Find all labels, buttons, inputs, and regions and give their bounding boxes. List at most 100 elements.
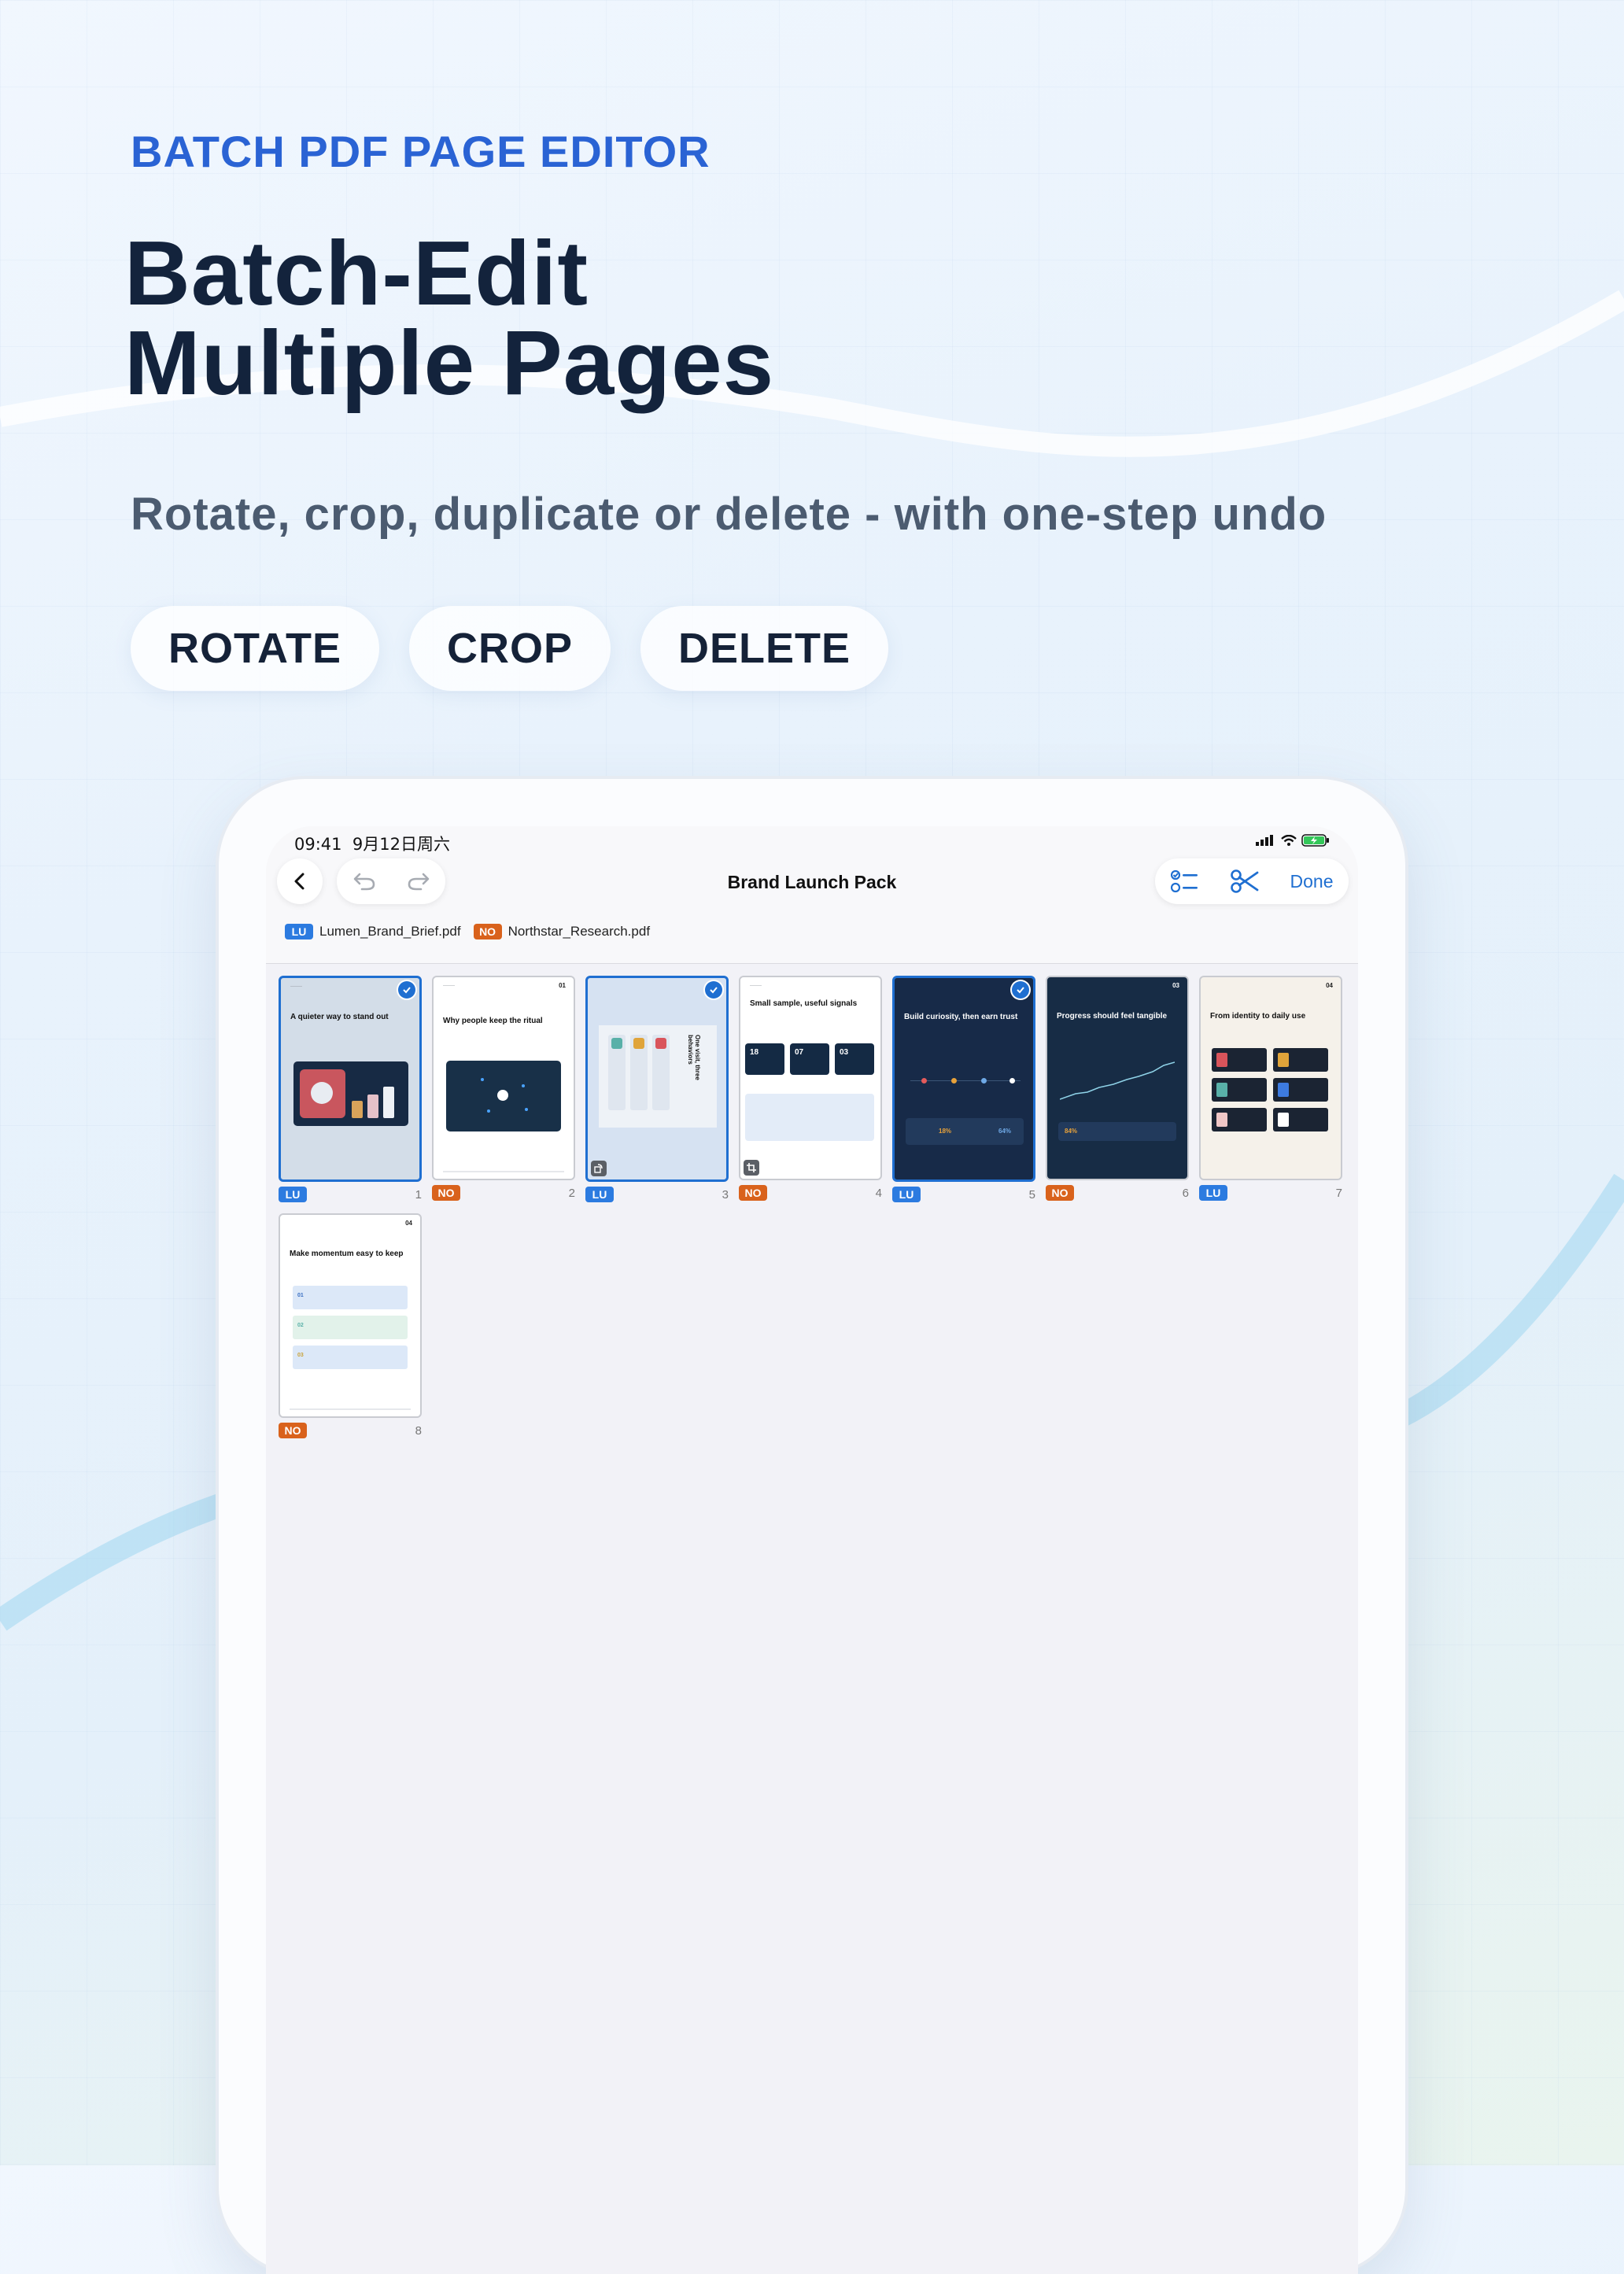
chip-delete: DELETE — [640, 606, 889, 691]
page-number: 2 — [568, 1186, 575, 1200]
timeline-dot — [981, 1078, 987, 1083]
page-number: 3 — [722, 1187, 729, 1202]
page-preview: ——— 01 Why people keep the ritual — [432, 976, 575, 1180]
network-node — [481, 1078, 484, 1081]
page-footer: NO 6 — [1046, 1185, 1189, 1201]
headline: Batch-Edit Multiple Pages — [124, 222, 775, 414]
file-tag: NO — [473, 924, 502, 940]
page-index-label: 03 — [1172, 982, 1179, 989]
page-footer: LU 1 — [279, 1187, 422, 1202]
identity-card — [1212, 1078, 1267, 1102]
metric-value: 64% — [998, 1128, 1012, 1135]
page-preview: 04 Make momentum easy to keep 01 02 03 — [279, 1213, 422, 1418]
bar-shape — [352, 1101, 363, 1118]
page-footer: NO 2 — [432, 1185, 575, 1201]
step-row: 03 — [293, 1346, 408, 1369]
page-file-tag: LU — [892, 1187, 921, 1202]
selected-check-icon — [398, 981, 415, 999]
page-preview: ——— Small sample, useful signals 18 07 0… — [739, 976, 882, 1180]
page-number: 7 — [1335, 1186, 1342, 1200]
tablet-frame: 09:41 9月12日周六 Brand Launch Pack Done LU … — [219, 779, 1405, 2274]
metrics-panel: 18% 64% — [906, 1118, 1024, 1145]
timeline-line — [910, 1080, 1021, 1081]
headline-line-1: Batch-Edit — [124, 222, 589, 324]
page-preview: 03 Progress should feel tangible 84% — [1046, 976, 1189, 1180]
page-header-line: ——— — [290, 984, 302, 989]
page-index-label: 04 — [1326, 982, 1333, 989]
chip-rotate: ROTATE — [131, 606, 379, 691]
page-file-tag: LU — [1199, 1185, 1227, 1201]
page-footer: LU 5 — [892, 1187, 1035, 1202]
network-node — [522, 1084, 525, 1087]
bar-shape — [367, 1095, 378, 1118]
page-thumbnail[interactable]: Build curiosity, then earn trust 18% 64%… — [892, 976, 1035, 1202]
page-index-label: 04 — [405, 1220, 412, 1227]
network-node — [497, 1090, 508, 1101]
page-file-tag: NO — [432, 1185, 460, 1201]
page-index-label: 01 — [559, 982, 566, 989]
identity-card — [1273, 1048, 1328, 1072]
page-title: Build curiosity, then earn trust — [904, 1013, 1018, 1021]
highlight-panel: 84% — [1058, 1122, 1176, 1141]
page-title: Small sample, useful signals — [750, 999, 858, 1008]
selected-check-icon — [1012, 981, 1029, 999]
step-row: 01 — [293, 1286, 408, 1309]
page-thumbnail[interactable]: ——— 01 Why people keep the ritual NO 2 — [432, 976, 575, 1201]
page-thumbnail[interactable]: 04 From identity to daily use LU 7 — [1199, 976, 1342, 1201]
rotated-page-content: One visit, three behaviors — [599, 1025, 717, 1128]
page-file-tag: NO — [1046, 1185, 1074, 1201]
page-number: 4 — [875, 1186, 882, 1200]
identity-card — [1273, 1078, 1328, 1102]
column-card — [630, 1035, 648, 1110]
wifi-icon — [1281, 835, 1297, 846]
page-preview: One visit, three behaviors — [585, 976, 729, 1182]
page-thumbnail[interactable]: 04 Make momentum easy to keep 01 02 03 N… — [279, 1213, 422, 1438]
rotate-badge-icon — [591, 1161, 607, 1176]
file-entry[interactable]: LU Lumen_Brand_Brief.pdf — [285, 924, 461, 940]
stat-box: 03 — [835, 1043, 874, 1075]
column-card — [608, 1035, 626, 1110]
timeline-dot — [1009, 1078, 1015, 1083]
eyebrow-label: BATCH PDF PAGE EDITOR — [131, 127, 710, 176]
step-row: 02 — [293, 1316, 408, 1339]
headline-line-2: Multiple Pages — [124, 312, 775, 414]
file-tag: LU — [285, 924, 313, 940]
page-file-tag: LU — [279, 1187, 307, 1202]
page-number: 1 — [415, 1187, 422, 1202]
page-footer-line — [443, 1171, 564, 1172]
done-button[interactable]: Done — [1290, 871, 1334, 892]
page-file-tag: NO — [279, 1423, 307, 1438]
signal-icon — [1256, 835, 1273, 846]
page-thumbnail[interactable]: ——— A quieter way to stand out LU 1 — [279, 976, 422, 1202]
timeline-dot — [951, 1078, 957, 1083]
page-header-line: ——— — [750, 984, 762, 988]
page-number: 5 — [1028, 1187, 1035, 1202]
status-date: 9月12日周六 — [352, 835, 450, 854]
feature-chips: ROTATE CROP DELETE — [131, 606, 889, 691]
status-indicators — [1256, 834, 1330, 847]
scissors-icon[interactable] — [1230, 869, 1260, 894]
column-card — [652, 1035, 670, 1110]
chip-crop: CROP — [408, 606, 611, 691]
file-entry[interactable]: NO Northstar_Research.pdf — [473, 924, 650, 940]
network-node — [525, 1108, 528, 1111]
page-thumbnail[interactable]: 03 Progress should feel tangible 84% NO … — [1046, 976, 1189, 1201]
page-title: Make momentum easy to keep — [290, 1250, 404, 1258]
page-header-line: ——— — [443, 984, 455, 988]
page-thumbnail[interactable]: ——— Small sample, useful signals 18 07 0… — [739, 976, 882, 1201]
crop-badge-icon — [744, 1160, 759, 1176]
page-thumbnail[interactable]: One visit, three behaviors LU 3 — [585, 976, 729, 1202]
page-title: A quieter way to stand out — [290, 1013, 389, 1021]
stat-box: 18 — [745, 1043, 784, 1075]
page-footer: NO 4 — [739, 1185, 882, 1201]
selected-check-icon — [705, 981, 722, 999]
tools-group: Done — [1155, 858, 1349, 904]
highlight-value: 84% — [1065, 1128, 1078, 1135]
page-number: 8 — [415, 1423, 422, 1438]
select-list-icon[interactable] — [1170, 869, 1199, 894]
bar-shape — [383, 1087, 394, 1118]
top-bar: 09:41 9月12日周六 Brand Launch Pack Done LU … — [266, 826, 1358, 964]
page-title: Why people keep the ritual — [443, 1017, 543, 1025]
network-node — [487, 1109, 490, 1113]
identity-card — [1273, 1108, 1328, 1131]
